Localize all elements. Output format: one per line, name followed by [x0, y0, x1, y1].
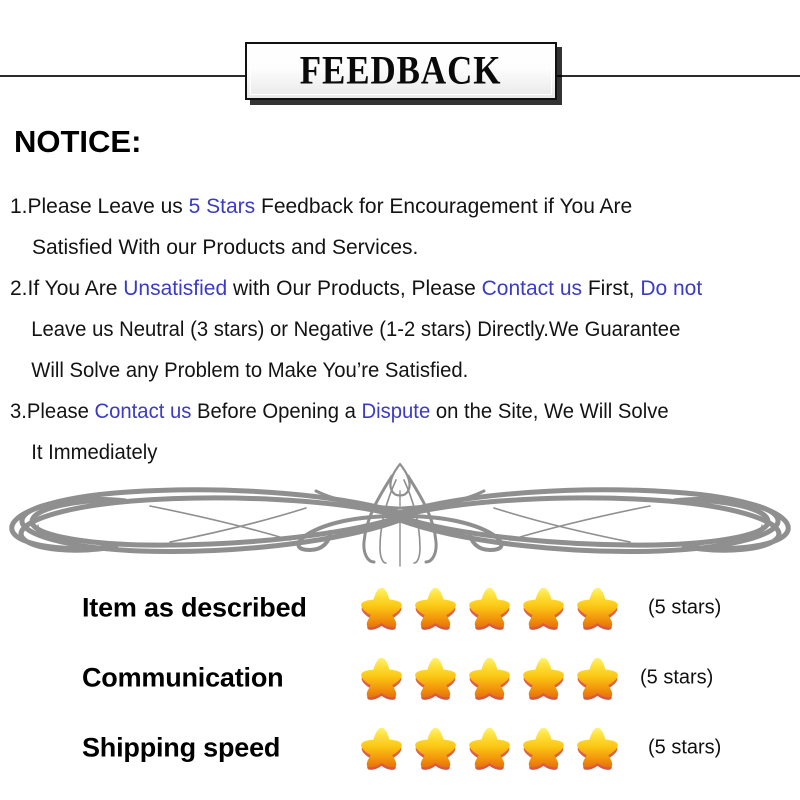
star-icon [469, 657, 510, 700]
notice-plain-text: Leave us Neutral (3 stars) or Negative (… [31, 318, 681, 341]
star-icon [415, 727, 456, 770]
notice-line: 2.If You Are Unsatisfied with Our Produc… [10, 268, 800, 309]
star-icon [577, 587, 618, 630]
notice-plain-text: 3.Please [10, 400, 95, 423]
star-rating[interactable] [358, 655, 621, 702]
feedback-title: FEEDBACK [247, 48, 555, 94]
star-icon [523, 657, 564, 700]
notice-plain-text: 1.Please Leave us [10, 195, 189, 218]
star-icon [577, 727, 618, 770]
star-icon [361, 727, 402, 770]
rating-list: Item as described (5 stars) Communication (… [0, 573, 800, 783]
star-icon [469, 727, 510, 770]
notice-plain-text: Will Solve any Problem to Make You’re Sa… [31, 359, 469, 382]
notice-plain-text: with Our Products, Please [227, 277, 482, 300]
notice-highlight-text: Unsatisfied [123, 277, 228, 300]
notice-line: Leave us Neutral (3 stars) or Negative (… [10, 309, 782, 350]
star-rating[interactable] [358, 725, 621, 772]
feedback-banner: FEEDBACK [0, 40, 800, 106]
notice-highlight-text: Contact us [481, 277, 582, 300]
rating-count-label: (5 stars) [648, 736, 722, 759]
notice-plain-text: 2.If You Are [10, 277, 124, 300]
ornamental-flourish-divider [0, 458, 800, 568]
notice-text-block: 1.Please Leave us 5 Stars Feedback for E… [10, 186, 800, 473]
notice-plain-text: Before Opening a [191, 400, 362, 423]
notice-highlight-text: 5 Stars [188, 195, 256, 218]
feedback-title-text: FEEDBACK [300, 48, 502, 94]
rating-count-label: (5 stars) [648, 596, 722, 619]
rating-label: Item as described [82, 592, 307, 623]
star-icon [415, 587, 456, 630]
notice-line: 1.Please Leave us 5 Stars Feedback for E… [10, 186, 800, 227]
star-icon [361, 657, 402, 700]
banner-rule-right [557, 75, 800, 77]
star-icon [361, 587, 402, 630]
star-icon [469, 587, 510, 630]
star-icon [415, 657, 456, 700]
notice-line: Will Solve any Problem to Make You’re Sa… [10, 350, 782, 391]
notice-highlight-text: Contact us [94, 400, 192, 423]
star-icon [577, 657, 618, 700]
notice-highlight-text: Do not [640, 277, 703, 300]
notice-heading-text: NOTICE [14, 124, 132, 159]
notice-plain-text: Feedback for Encouragement if You Are [255, 195, 633, 218]
rating-row: Item as described (5 stars) [0, 573, 800, 643]
notice-line: Satisfied With our Products and Services… [10, 227, 800, 268]
rating-label: Communication [82, 662, 284, 693]
star-icon [523, 727, 564, 770]
notice-line: 3.Please Contact us Before Opening a Dis… [10, 391, 782, 432]
rating-label: Shipping speed [82, 732, 281, 763]
notice-plain-text: on the Site, We Will Solve [430, 400, 669, 423]
notice-plain-text: First, [582, 277, 641, 300]
feedback-title-box: FEEDBACK [245, 42, 557, 100]
notice-plain-text: Satisfied With our Products and Services… [32, 236, 419, 259]
rating-row: Shipping speed (5 stars) [0, 713, 800, 783]
notice-heading-colon: : [131, 124, 142, 159]
rating-count-label: (5 stars) [640, 666, 714, 689]
rating-row: Communication (5 stars) [0, 643, 800, 713]
banner-rule-left [0, 75, 247, 77]
star-rating[interactable] [358, 585, 621, 632]
notice-highlight-text: Dispute [361, 400, 431, 423]
notice-heading: NOTICE: [14, 124, 141, 160]
star-icon [523, 587, 564, 630]
